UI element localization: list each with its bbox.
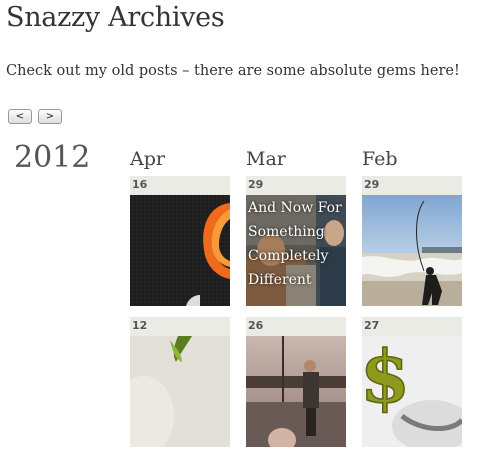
post-day: 26	[248, 319, 264, 332]
post-title-overlay[interactable]: And Now For Something Completely Differe…	[248, 196, 346, 292]
post-tile[interactable]: 12	[130, 317, 230, 447]
green-leaf-graphic	[130, 336, 230, 447]
post-thumbnail[interactable]: $	[362, 336, 462, 447]
post-thumbnail[interactable]	[246, 336, 346, 447]
next-button[interactable]: >	[38, 109, 62, 124]
post-day: 29	[364, 178, 380, 191]
prev-button[interactable]: <	[8, 109, 32, 124]
evening-street-photo	[246, 336, 346, 447]
year-heading: 2012	[14, 140, 91, 175]
post-tile[interactable]: 27 $	[362, 317, 462, 447]
post-tile[interactable]: 26	[246, 317, 346, 447]
post-thumbnail[interactable]: And Now For Something Completely Differe…	[246, 195, 346, 306]
post-thumbnail[interactable]	[362, 195, 462, 306]
post-tile[interactable]: 16	[130, 176, 230, 306]
post-tile[interactable]: 29 And Now For Something Completely Diff…	[246, 176, 346, 306]
post-tile[interactable]: 29	[362, 176, 462, 306]
post-day: 12	[132, 319, 148, 332]
archive-navigation: < >	[8, 109, 62, 124]
beach-fishing-photo	[362, 195, 462, 306]
post-thumbnail[interactable]	[130, 195, 230, 306]
page-title: Snazzy Archives	[6, 2, 225, 33]
post-day: 29	[248, 178, 264, 191]
post-day: 16	[132, 178, 148, 191]
intro-text: Check out my old posts – there are some …	[6, 63, 460, 79]
month-heading-apr: Apr	[130, 148, 165, 170]
month-heading-feb: Feb	[362, 148, 398, 170]
post-thumbnail[interactable]	[130, 336, 230, 447]
dollar-sign-graphic: $	[362, 336, 462, 447]
svg-text:$: $	[362, 336, 410, 419]
post-day: 27	[364, 319, 380, 332]
month-heading-mar: Mar	[246, 148, 286, 170]
orange-swirl-icon	[130, 195, 230, 306]
